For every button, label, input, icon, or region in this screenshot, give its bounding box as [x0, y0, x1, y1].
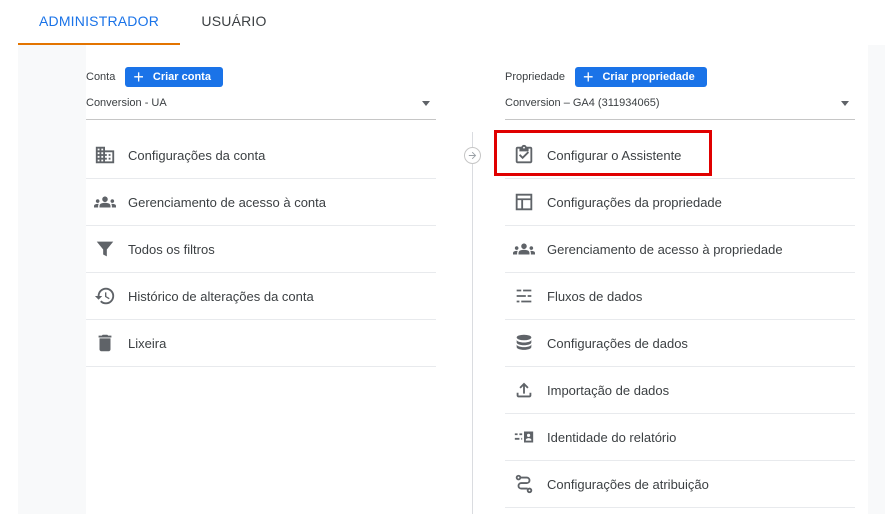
upload-icon: [513, 379, 535, 401]
property-select[interactable]: Conversion – GA4 (311934065): [505, 97, 855, 120]
all-filters-label: Todos os filtros: [128, 241, 215, 257]
clipboard-check-icon: [513, 144, 535, 166]
property-access-label: Gerenciamento de acesso à propriedade: [547, 241, 783, 257]
caret-down-icon: [422, 101, 430, 106]
setup-assistant-label: Configurar o Assistente: [547, 147, 682, 163]
tab-usuario[interactable]: USUÁRIO: [188, 0, 280, 43]
account-history-label: Histórico de alterações da conta: [128, 288, 314, 304]
tab-bar: ADMINISTRADOR USUÁRIO: [0, 0, 885, 45]
data-settings-label: Configurações de dados: [547, 335, 688, 351]
layout-icon: [513, 191, 535, 213]
data-import-label: Importação de dados: [547, 382, 670, 398]
account-menu: Configurações da conta Gerenciamento de …: [86, 132, 436, 367]
account-select-value: Conversion - UA: [86, 97, 167, 109]
arrow-right-icon: [464, 147, 481, 164]
property-settings-item[interactable]: Configurações da propriedade: [505, 179, 855, 226]
building-icon: [94, 144, 116, 166]
column-divider: [472, 132, 473, 514]
trash-icon: [94, 332, 116, 354]
database-icon: [513, 332, 535, 354]
account-label: Conta: [86, 71, 116, 83]
history-icon: [94, 285, 116, 307]
attribution-settings-item[interactable]: Configurações de atribuição: [505, 461, 855, 508]
all-filters-item[interactable]: Todos os filtros: [86, 226, 436, 273]
admin-content: Conta + Criar conta Conversion - UA Conf…: [86, 45, 868, 514]
admin-panel: Conta + Criar conta Conversion - UA Conf…: [18, 45, 885, 514]
streams-icon: [513, 285, 535, 307]
property-header: Propriedade + Criar propriedade: [505, 67, 707, 87]
setup-assistant-item[interactable]: Configurar o Assistente: [505, 132, 855, 179]
people-icon: [513, 238, 535, 260]
plus-icon: +: [582, 67, 594, 87]
account-history-item[interactable]: Histórico de alterações da conta: [86, 273, 436, 320]
reporting-identity-label: Identidade do relatório: [547, 429, 677, 445]
route-icon: [513, 473, 535, 495]
trash-label: Lixeira: [128, 335, 167, 351]
create-property-label: Criar propriedade: [602, 71, 695, 83]
caret-down-icon: [841, 101, 849, 106]
account-select[interactable]: Conversion - UA: [86, 97, 436, 120]
plus-icon: +: [133, 67, 144, 87]
create-property-button[interactable]: + Criar propriedade: [574, 67, 707, 87]
id-card-icon: [513, 426, 535, 448]
property-settings-label: Configurações da propriedade: [547, 194, 722, 210]
account-settings-label: Configurações da conta: [128, 147, 266, 163]
property-menu: Configurar o Assistente Configurações da…: [505, 132, 855, 508]
create-account-label: Criar conta: [152, 71, 211, 83]
tab-administrador[interactable]: ADMINISTRADOR: [18, 0, 180, 45]
people-icon: [94, 191, 116, 213]
data-settings-item[interactable]: Configurações de dados: [505, 320, 855, 367]
property-access-item[interactable]: Gerenciamento de acesso à propriedade: [505, 226, 855, 273]
filter-icon: [94, 238, 116, 260]
property-label: Propriedade: [505, 71, 565, 83]
data-import-item[interactable]: Importação de dados: [505, 367, 855, 414]
data-streams-item[interactable]: Fluxos de dados: [505, 273, 855, 320]
account-settings-item[interactable]: Configurações da conta: [86, 132, 436, 179]
attribution-settings-label: Configurações de atribuição: [547, 476, 709, 492]
trash-item[interactable]: Lixeira: [86, 320, 436, 367]
account-access-label: Gerenciamento de acesso à conta: [128, 194, 327, 210]
data-streams-label: Fluxos de dados: [547, 288, 643, 304]
reporting-identity-item[interactable]: Identidade do relatório: [505, 414, 855, 461]
account-access-item[interactable]: Gerenciamento de acesso à conta: [86, 179, 436, 226]
account-header: Conta + Criar conta: [86, 67, 223, 87]
create-account-button[interactable]: + Criar conta: [125, 67, 223, 87]
property-select-value: Conversion – GA4 (311934065): [505, 97, 660, 109]
